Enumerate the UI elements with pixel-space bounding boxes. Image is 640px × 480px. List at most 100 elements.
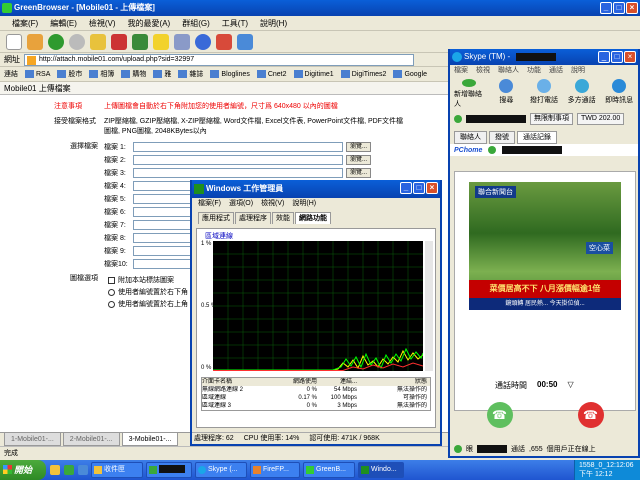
page-tab-1[interactable]: 1-Mobile01-... — [4, 433, 61, 446]
sk-menu-file[interactable]: 檔案 — [454, 65, 468, 77]
call-options-icon[interactable]: ▽ — [567, 380, 573, 391]
menu-view[interactable]: 檢視(V) — [89, 16, 116, 30]
file-input[interactable] — [133, 220, 191, 230]
browse-button[interactable]: 瀏覽... — [346, 155, 372, 165]
minimize-button[interactable]: _ — [600, 2, 612, 14]
checkbox[interactable] — [108, 276, 115, 284]
link-stocks[interactable]: 股市 — [57, 69, 82, 79]
link-rsa[interactable]: RSA — [25, 70, 50, 78]
link-digitime1[interactable]: Digitime1 — [293, 70, 334, 78]
online-status-icon[interactable] — [454, 115, 462, 123]
close-button[interactable]: × — [624, 51, 636, 63]
tray-clock[interactable]: 下午 12:12 — [579, 469, 640, 479]
table-row[interactable]: 區域連線 30 % 3 Mbps 無法操作的 — [202, 402, 430, 410]
menu-tools[interactable]: 工具(T) — [222, 16, 248, 30]
quick-launch-icon[interactable] — [78, 465, 88, 475]
link-album[interactable]: 相簿 — [89, 69, 114, 79]
sk-menu-call[interactable]: 通話 — [549, 65, 563, 77]
new-page-icon[interactable] — [6, 34, 22, 50]
search-button[interactable]: 搜尋 — [492, 79, 522, 109]
tm-menu-view[interactable]: 檢視(V) — [261, 198, 284, 210]
radio-button[interactable] — [108, 288, 115, 296]
sk-menu-help[interactable]: 說明 — [571, 65, 585, 77]
tab-dial[interactable]: 撥號 — [489, 131, 515, 144]
start-button[interactable]: 開始 — [0, 460, 46, 480]
add-contact-button[interactable]: 新增聯絡人 — [454, 79, 484, 109]
file-input[interactable] — [133, 207, 191, 217]
conference-button[interactable]: 多方通話 — [567, 79, 597, 109]
tab-contacts[interactable]: 聯絡人 — [454, 131, 487, 144]
favorites-star-icon[interactable] — [153, 34, 169, 50]
address-input[interactable]: http://attach.mobile01.com/upload.php?si… — [24, 53, 414, 66]
col-usage[interactable]: 網路使用 — [272, 378, 317, 386]
answer-call-button[interactable]: ☎ — [486, 402, 513, 428]
radio-button[interactable] — [108, 300, 115, 308]
link-magazine[interactable]: 雜誌 — [178, 69, 203, 79]
link-cnet2[interactable]: Cnet2 — [256, 70, 287, 78]
close-button[interactable]: × — [426, 182, 438, 194]
table-row[interactable]: 區域連線 0.17 % 100 Mbps 可操作的 — [202, 394, 430, 402]
globe-icon[interactable] — [195, 34, 211, 50]
col-adapter[interactable]: 介面卡名稱 — [202, 378, 272, 386]
task-inbox[interactable]: 收件匣 — [91, 462, 143, 478]
link-bloglines[interactable]: Bloglines — [210, 70, 250, 78]
minimize-button[interactable]: _ — [400, 182, 412, 194]
history-icon[interactable] — [174, 34, 190, 50]
option-bottom-right[interactable]: 使用者編號置於右下角 — [108, 287, 188, 297]
sk-menu-view[interactable]: 檢視 — [476, 65, 490, 77]
task-task-manager[interactable]: Windo... — [358, 462, 404, 478]
mail-icon[interactable] — [237, 34, 253, 50]
maximize-button[interactable]: □ — [413, 182, 425, 194]
tab-networking[interactable]: 網路功能 — [295, 212, 331, 224]
sk-menu-contacts[interactable]: 聯絡人 — [498, 65, 519, 77]
maximize-button[interactable]: □ — [613, 2, 625, 14]
credit-balance[interactable]: TWD 202.00 — [577, 113, 625, 125]
browser-title-bar[interactable]: GreenBrowser - [Mobile01 - 上傳檔案] _ □ × — [0, 0, 640, 16]
option-logo[interactable]: 附加本站標誌圖案 — [108, 275, 174, 285]
task-firefox[interactable]: FireFP... — [250, 462, 300, 478]
skype-title-bar[interactable]: Skype (TM) - _ □ × — [450, 49, 638, 65]
menu-edit[interactable]: 編輯(E) — [50, 16, 77, 30]
file-input[interactable] — [133, 168, 343, 178]
hangup-call-button[interactable]: ☎ — [577, 402, 604, 428]
file-input[interactable] — [133, 142, 343, 152]
quick-launch-icon[interactable] — [64, 465, 74, 475]
close-button[interactable]: × — [626, 2, 638, 14]
chat-button[interactable]: 即時訊息 — [604, 79, 634, 109]
browse-button[interactable]: 瀏覽... — [346, 142, 372, 152]
file-input[interactable] — [133, 233, 191, 243]
file-input[interactable] — [133, 259, 191, 269]
file-input[interactable] — [133, 246, 191, 256]
tm-menu-file[interactable]: 檔案(F) — [198, 198, 221, 210]
stop-icon[interactable] — [111, 34, 127, 50]
menu-file[interactable]: 檔案(F) — [12, 16, 38, 30]
task-redacted[interactable] — [146, 462, 192, 478]
link-shopping[interactable]: 購物 — [121, 69, 146, 79]
col-state[interactable]: 狀態 — [357, 378, 427, 386]
menu-help[interactable]: 說明(H) — [260, 16, 287, 30]
maximize-button[interactable]: □ — [611, 51, 623, 63]
refresh-icon[interactable] — [132, 34, 148, 50]
task-skype[interactable]: Skype (... — [195, 462, 247, 478]
up-icon[interactable] — [90, 34, 106, 50]
option-top-right[interactable]: 使用者編號置於右上角 — [108, 299, 188, 309]
task-manager-title-bar[interactable]: Windows 工作管理員 _ □ × — [192, 180, 440, 198]
minimize-button[interactable]: _ — [598, 51, 610, 63]
tab-processes[interactable]: 處理程序 — [235, 212, 271, 224]
link-google[interactable]: Google — [393, 70, 427, 78]
file-input[interactable] — [133, 155, 343, 165]
tm-menu-options[interactable]: 選項(O) — [229, 198, 253, 210]
col-link[interactable]: 連結... — [317, 378, 357, 386]
forward-icon[interactable] — [69, 34, 85, 50]
page-tab-3[interactable]: 3-Mobile01-... — [121, 433, 179, 446]
search-icon[interactable] — [216, 34, 232, 50]
file-input[interactable] — [133, 194, 191, 204]
menu-favorites[interactable]: 我的最愛(A) — [128, 16, 171, 30]
link-digitimes2[interactable]: DigiTimes2 — [340, 70, 386, 78]
browse-button[interactable]: 瀏覽... — [346, 168, 372, 178]
tab-performance[interactable]: 效能 — [272, 212, 294, 224]
file-input[interactable] — [133, 181, 191, 191]
graph-scrollbar[interactable] — [425, 241, 433, 371]
back-icon[interactable] — [48, 34, 64, 50]
quick-launch-icon[interactable] — [50, 465, 60, 475]
